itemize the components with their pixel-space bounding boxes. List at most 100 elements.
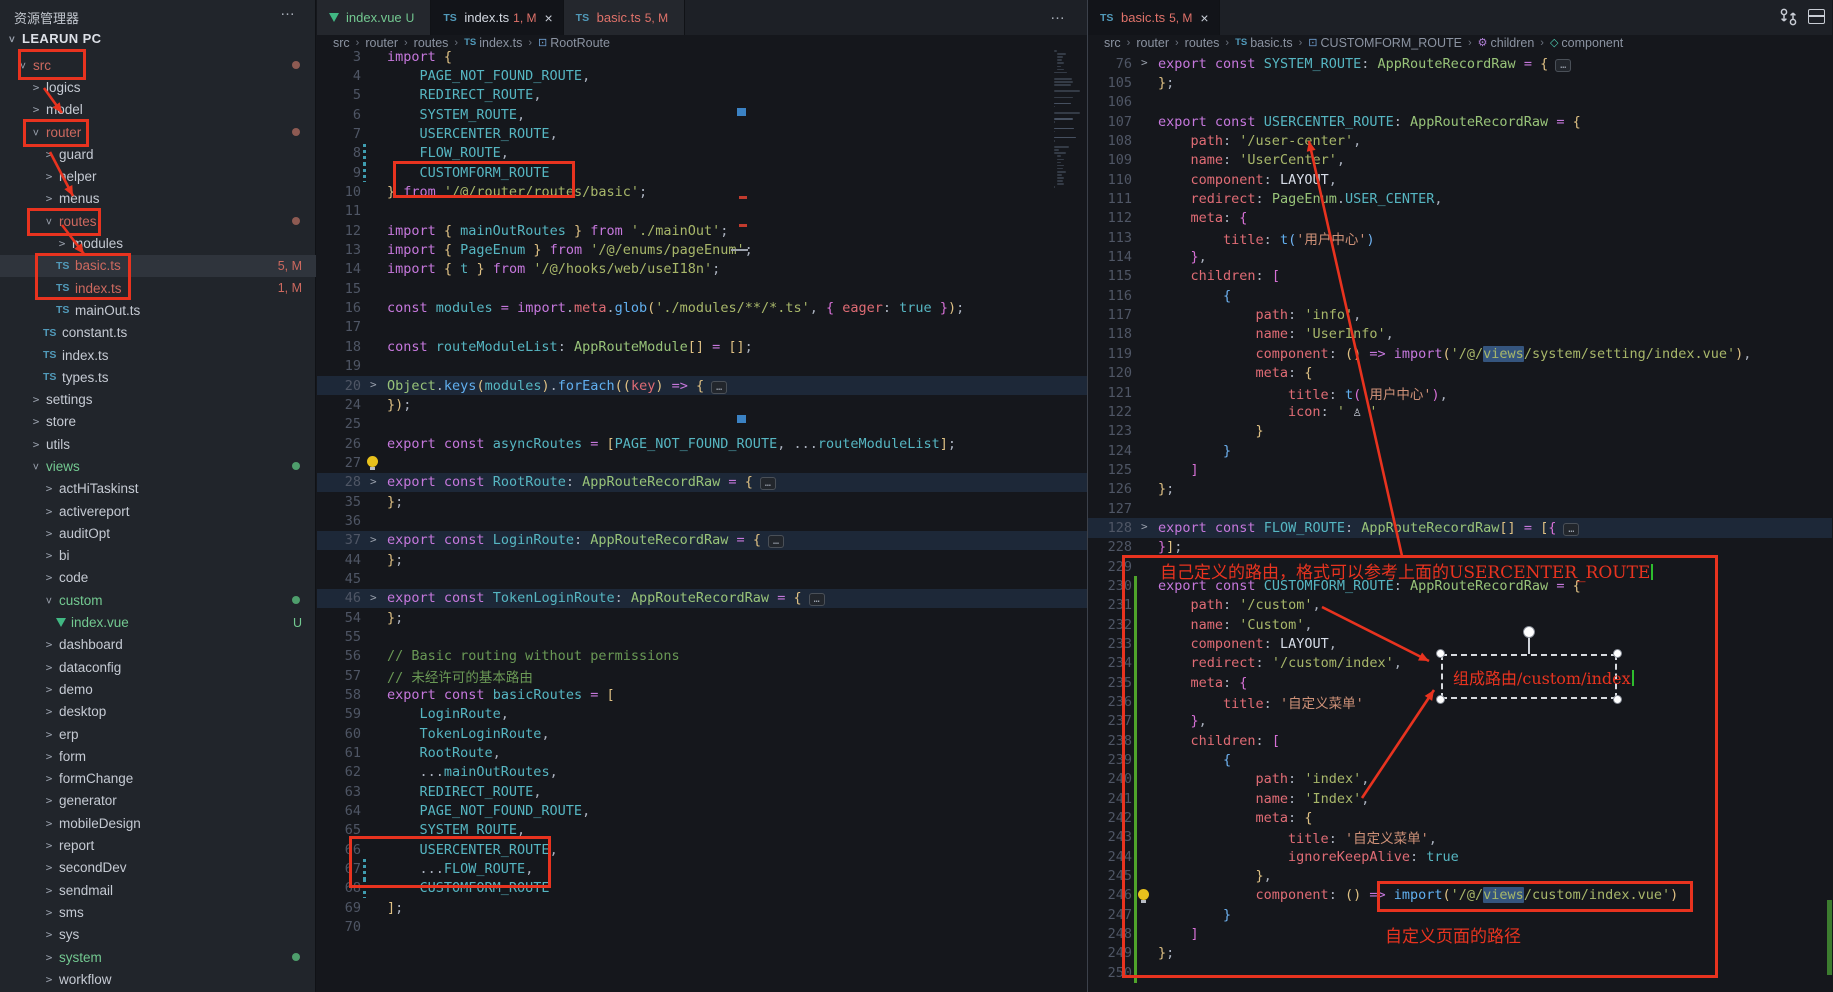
code-token: export	[1158, 56, 1207, 72]
gutter-decorations	[361, 202, 387, 221]
tree-item-desktop[interactable]: >desktop	[0, 701, 316, 723]
workspace-root[interactable]: >LEARUN PC	[6, 31, 101, 46]
tree-item-demo[interactable]: >demo	[0, 678, 316, 700]
tree-item-custom[interactable]: >custom	[0, 589, 316, 611]
tree-item-store[interactable]: >store	[0, 411, 316, 433]
gutter-decorations	[361, 685, 387, 704]
folded-code-badge[interactable]: …	[760, 477, 776, 490]
editor-more-actions-icon[interactable]: …	[1050, 6, 1065, 23]
breadcrumb-item-RootRoute[interactable]: ⊡RootRoute	[538, 36, 610, 50]
tree-item-basic.ts[interactable]: TSbasic.ts5, M	[0, 255, 316, 277]
fold-chevron-icon[interactable]: >	[370, 591, 377, 604]
fold-chevron-icon[interactable]: >	[370, 533, 377, 546]
split-editor-icon[interactable]	[1808, 7, 1827, 27]
code-token: {	[436, 261, 460, 277]
tree-item-bi[interactable]: >bi	[0, 545, 316, 567]
folded-code-badge[interactable]: …	[1555, 59, 1571, 72]
tree-item-erp[interactable]: >erp	[0, 723, 316, 745]
lightbulb-icon[interactable]	[1138, 889, 1149, 900]
fold-chevron-icon[interactable]: >	[370, 378, 377, 391]
tree-item-mainOut.ts[interactable]: TSmainOut.ts	[0, 299, 316, 321]
fold-chevron-icon[interactable]: >	[370, 475, 377, 488]
tree-item-utils[interactable]: >utils	[0, 433, 316, 455]
line-number: 236	[1088, 694, 1132, 710]
lightbulb-icon[interactable]	[367, 456, 378, 467]
tree-item-settings[interactable]: >settings	[0, 388, 316, 410]
code-token: :	[1288, 810, 1304, 826]
folded-code-badge[interactable]: …	[768, 535, 784, 548]
close-icon[interactable]: ×	[1200, 10, 1208, 26]
breadcrumb-item-basic.ts[interactable]: TSbasic.ts›	[1235, 36, 1308, 50]
fold-chevron-icon[interactable]: >	[1141, 56, 1148, 69]
breadcrumb-item-src[interactable]: src›	[333, 36, 365, 50]
tab-index.vue[interactable]: index.vueU	[317, 0, 431, 35]
fold-chevron-icon[interactable]: >	[1141, 520, 1148, 533]
tree-item-views[interactable]: >views	[0, 455, 316, 477]
tree-item-activereport[interactable]: >activereport	[0, 500, 316, 522]
tree-item-helper[interactable]: >helper	[0, 165, 316, 187]
tree-item-guard[interactable]: >guard	[0, 143, 316, 165]
tree-item-index.vue[interactable]: index.vueU	[0, 611, 316, 633]
breadcrumb-item-router[interactable]: router›	[1136, 36, 1184, 50]
line-number: 239	[1088, 752, 1132, 768]
code-token: :	[1329, 387, 1345, 403]
tree-item-report[interactable]: >report	[0, 834, 316, 856]
tree-item-sendmail[interactable]: >sendmail	[0, 879, 316, 901]
tree-item-form[interactable]: >form	[0, 745, 316, 767]
tree-item-types.ts[interactable]: TStypes.ts	[0, 366, 316, 388]
code-text: REDIRECT_ROUTE,	[387, 87, 541, 103]
tree-item-system[interactable]: >system	[0, 946, 316, 968]
breadcrumb-item-routes[interactable]: routes›	[414, 36, 464, 50]
tree-item-secondDev[interactable]: >secondDev	[0, 857, 316, 879]
tab-basic.ts[interactable]: TSbasic.ts5, M	[564, 0, 685, 35]
gutter-decorations	[361, 105, 387, 124]
explorer-more-actions-icon[interactable]: …	[280, 2, 296, 19]
tree-item-constant.ts[interactable]: TSconstant.ts	[0, 322, 316, 344]
tree-item-routes[interactable]: >routes	[0, 210, 316, 232]
code-token: ,	[1337, 152, 1345, 168]
tree-item-modules[interactable]: >modules	[0, 232, 316, 254]
tree-item-actHiTaskinst[interactable]: >actHiTaskinst	[0, 478, 316, 500]
tab-index.ts[interactable]: TSindex.ts1, M×	[431, 0, 563, 35]
tree-item-router[interactable]: >router	[0, 121, 316, 143]
tree-item-label: index.ts	[62, 348, 109, 363]
tree-item-formChange[interactable]: >formChange	[0, 768, 316, 790]
tree-item-menus[interactable]: >menus	[0, 188, 316, 210]
close-icon[interactable]: ×	[544, 10, 552, 26]
folded-code-badge[interactable]: …	[1563, 523, 1579, 536]
gutter-decorations	[1132, 286, 1158, 305]
breadcrumb-item-router[interactable]: router›	[365, 36, 413, 50]
code-token: import	[509, 300, 566, 316]
editor-group-right[interactable]: TSbasic.ts5, M× … src›router›routes›TSbasi…	[1087, 0, 1832, 992]
breadcrumb-item-src[interactable]: src›	[1104, 36, 1136, 50]
tree-item-workflow[interactable]: >workflow	[0, 968, 316, 990]
tree-item-src[interactable]: >src	[0, 54, 316, 76]
tree-item-auditOpt[interactable]: >auditOpt	[0, 522, 316, 544]
code-token: ,	[1743, 346, 1751, 362]
tree-item-mobileDesign[interactable]: >mobileDesign	[0, 812, 316, 834]
tree-item-sys[interactable]: >sys	[0, 924, 316, 946]
tree-item-index.ts[interactable]: TSindex.ts	[0, 344, 316, 366]
code-token: redirect	[1158, 655, 1256, 671]
code-area[interactable]: 76>export const SYSTEM_ROUTE: AppRouteRe…	[1088, 54, 1832, 983]
tab-basic.ts[interactable]: TSbasic.ts5, M×	[1088, 0, 1220, 35]
tree-item-index.ts[interactable]: TSindex.ts1, M	[0, 277, 316, 299]
tree-item-sms[interactable]: >sms	[0, 901, 316, 923]
breadcrumb-item-routes[interactable]: routes›	[1185, 36, 1235, 50]
tree-item-model[interactable]: >model	[0, 99, 316, 121]
editor-group-left[interactable]: index.vueUTSindex.ts1, M×TSbasic.ts5, M ……	[317, 0, 1087, 992]
tree-item-generator[interactable]: >generator	[0, 790, 316, 812]
breadcrumb-item-component[interactable]: ◇component	[1550, 36, 1623, 50]
breadcrumb-item-CUSTOMFORM_ROUTE[interactable]: ⊡CUSTOMFORM_ROUTE›	[1308, 36, 1477, 50]
folded-code-badge[interactable]: …	[809, 593, 825, 606]
tree-item-dashboard[interactable]: >dashboard	[0, 634, 316, 656]
tree-item-code[interactable]: >code	[0, 567, 316, 589]
breadcrumb-item-index.ts[interactable]: TSindex.ts›	[464, 36, 538, 50]
minimap[interactable]	[1054, 50, 1087, 450]
breadcrumb-item-children[interactable]: ⚙children›	[1478, 36, 1550, 50]
folded-code-badge[interactable]: …	[711, 381, 727, 394]
compare-changes-icon[interactable]	[1779, 7, 1798, 27]
tree-item-logics[interactable]: >logics	[0, 76, 316, 98]
code-area[interactable]: 3import {4 PAGE_NOT_FOUND_ROUTE,5 REDIRE…	[317, 47, 1087, 937]
tree-item-dataconfig[interactable]: >dataconfig	[0, 656, 316, 678]
